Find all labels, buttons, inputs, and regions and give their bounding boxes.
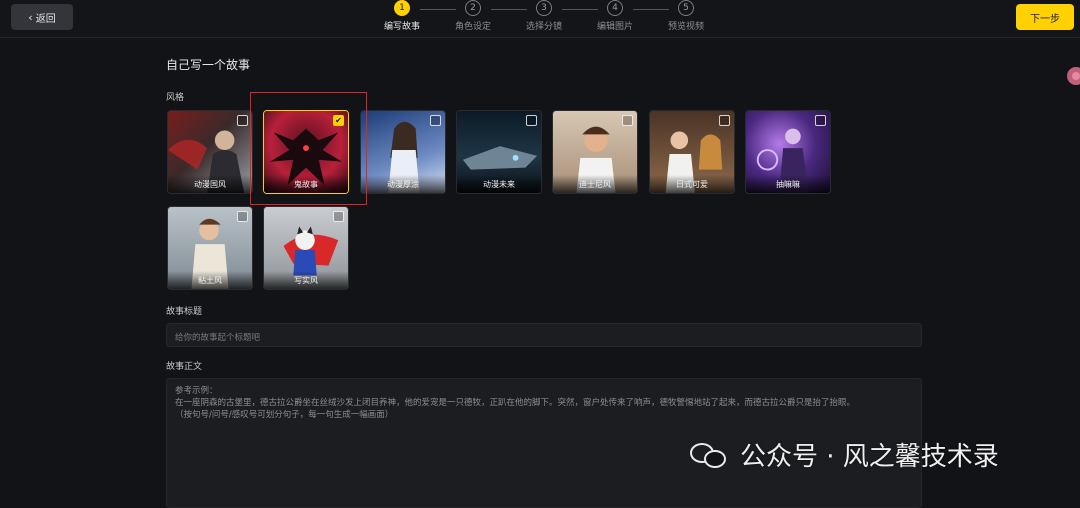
- checkbox[interactable]: [815, 115, 826, 126]
- watermark: 公众号 · 风之馨技术录: [690, 436, 999, 473]
- checkbox[interactable]: [237, 211, 248, 222]
- step-number: 4: [607, 0, 623, 16]
- step-label: 预览视频: [667, 22, 704, 32]
- checkbox[interactable]: [237, 115, 248, 126]
- style-card-realistic[interactable]: 写实风: [263, 206, 349, 290]
- style-name: 粘土风: [168, 271, 252, 289]
- checkbox[interactable]: [622, 115, 633, 126]
- style-card-disney[interactable]: 迪士尼风: [552, 110, 638, 194]
- chevron-left-icon: ‹: [28, 10, 33, 24]
- style-name: 动漫厚涂: [361, 175, 445, 193]
- step-label: 选择分镜: [525, 22, 562, 32]
- style-name: 鬼故事: [264, 175, 348, 193]
- checkbox[interactable]: [333, 211, 344, 222]
- checkmark-icon[interactable]: ✔: [333, 115, 344, 126]
- style-card-ghost-story[interactable]: ✔ 鬼故事: [263, 110, 349, 194]
- checkbox[interactable]: [430, 115, 441, 126]
- step-preview-video[interactable]: 5 预览视频: [656, 0, 716, 32]
- style-name: 动漫未来: [457, 175, 541, 193]
- style-card-anime-future[interactable]: 动漫未来: [456, 110, 542, 194]
- story-content-label: 故事正文: [166, 362, 203, 372]
- step-label: 编辑图片: [596, 22, 633, 32]
- checkbox[interactable]: [719, 115, 730, 126]
- story-title-label: 故事标题: [166, 307, 203, 317]
- wechat-icon: [690, 440, 730, 470]
- style-name: 写实风: [264, 271, 348, 289]
- step-label: 角色设定: [454, 22, 491, 32]
- page-title: 自己写一个故事: [166, 58, 251, 72]
- example-hint: （按句号/问号/感叹号可划分句子，每一句生成一幅画面）: [175, 410, 394, 420]
- step-number: 2: [465, 0, 481, 16]
- step-number: 5: [678, 0, 694, 16]
- floating-assistant-icon[interactable]: [1067, 67, 1080, 85]
- style-card-anime-thick-paint[interactable]: 动漫厚涂: [360, 110, 446, 194]
- style-name: 日式可爱: [650, 175, 734, 193]
- example-text: 在一座阴森的古堡里，德古拉公爵坐在丝绒沙发上闭目养神，他的爱宠是一只德牧，正趴在…: [175, 398, 856, 408]
- style-card-abstract[interactable]: 抽嘛嘛: [745, 110, 831, 194]
- style-card-clay[interactable]: 粘土风: [167, 206, 253, 290]
- step-label: 编写故事: [383, 22, 420, 32]
- next-step-button[interactable]: 下一步: [1016, 4, 1074, 30]
- step-edit-images[interactable]: 4 编辑图片: [585, 0, 645, 32]
- story-title-input[interactable]: 给你的故事起个标题吧: [166, 323, 922, 347]
- top-bar: ‹ 返回 1 编写故事 2 角色设定 3 选择分镜 4 编辑图片 5 预览视频 …: [0, 0, 1080, 38]
- style-card-anime-guofeng[interactable]: 动漫国风: [167, 110, 253, 194]
- step-number: 3: [536, 0, 552, 16]
- step-number: 1: [394, 0, 410, 16]
- step-write-story[interactable]: 1 编写故事: [372, 0, 432, 32]
- back-button[interactable]: ‹ 返回: [11, 4, 73, 30]
- style-name: 抽嘛嘛: [746, 175, 830, 193]
- style-section-label: 风格: [166, 93, 185, 103]
- step-character-setup[interactable]: 2 角色设定: [443, 0, 503, 32]
- example-heading: 参考示例：: [175, 386, 218, 396]
- step-select-storyboard[interactable]: 3 选择分镜: [514, 0, 574, 32]
- style-card-japanese-cute[interactable]: 日式可爱: [649, 110, 735, 194]
- back-label: 返回: [35, 13, 56, 25]
- watermark-text: 公众号 · 风之馨技术录: [740, 442, 999, 472]
- checkbox[interactable]: [526, 115, 537, 126]
- style-name: 迪士尼风: [553, 175, 637, 193]
- story-form: 自己写一个故事 风格 动漫国风 ✔ 鬼故事 动漫厚涂 动漫未来 迪士尼风 日式可…: [166, 38, 926, 508]
- style-name: 动漫国风: [168, 175, 252, 193]
